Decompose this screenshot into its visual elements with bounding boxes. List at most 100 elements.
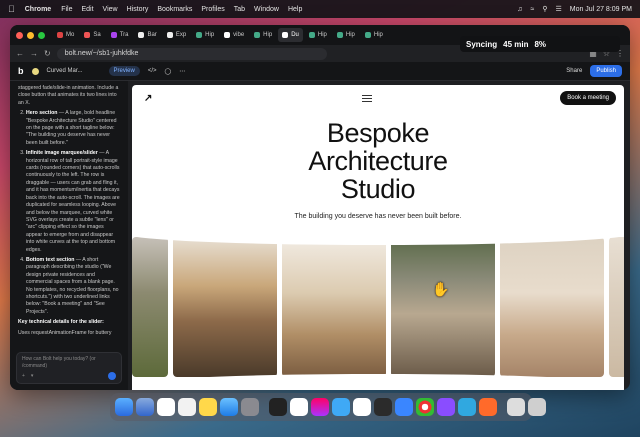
marquee-image-card[interactable]: [609, 237, 624, 377]
browser-window: Mo Sa Tra Bar Exp Hip vibe Hip Du Hip Hi…: [10, 25, 630, 390]
url-text: bolt.new/~/sb1-juhkfdke: [64, 50, 139, 57]
system-settings-icon[interactable]: [241, 398, 259, 416]
menu-window[interactable]: Window: [254, 6, 279, 13]
list-item-text: — A short paragraph describing the studi…: [26, 256, 119, 315]
notion-icon[interactable]: [290, 398, 308, 416]
add-attachment-icon[interactable]: +: [22, 373, 25, 380]
menubar-clock[interactable]: Mon Jul 27 8:09 PM: [570, 6, 632, 13]
browser-tab[interactable]: vibe: [220, 28, 248, 42]
hero-headline: Bespoke Architecture Studio: [132, 119, 624, 203]
marquee-image-card[interactable]: [282, 237, 386, 377]
chat-panel: staggered fade/slide-in animation. Inclu…: [10, 81, 128, 390]
preview-tab[interactable]: Preview: [108, 66, 140, 76]
browser-tab[interactable]: Exp: [163, 28, 190, 42]
marquee-image-card[interactable]: [132, 237, 168, 377]
site-logo-icon[interactable]: ↗: [144, 93, 152, 104]
close-window-button[interactable]: [16, 31, 23, 39]
reminders-icon[interactable]: [178, 398, 196, 416]
app-icon[interactable]: [479, 398, 497, 416]
marquee-image-card[interactable]: [500, 237, 604, 377]
more-icon[interactable]: ⋯: [179, 68, 185, 75]
workspace: staggered fade/slide-in animation. Inclu…: [10, 81, 630, 390]
tab-favicon-icon: [282, 32, 289, 38]
app-icon[interactable]: [395, 398, 413, 416]
share-button[interactable]: Share: [566, 68, 582, 74]
menu-tab[interactable]: Tab: [234, 6, 245, 13]
browser-tab[interactable]: Hip: [305, 28, 331, 42]
reload-icon[interactable]: ↻: [44, 49, 51, 58]
menu-help[interactable]: Help: [288, 6, 302, 13]
headphones-icon[interactable]: ♫: [517, 6, 522, 13]
tab-favicon-icon: [166, 32, 173, 38]
back-icon[interactable]: ←: [16, 49, 24, 58]
app-menu-chrome[interactable]: Chrome: [25, 6, 51, 13]
model-selector-icon[interactable]: ▾: [31, 373, 34, 380]
app-icon[interactable]: [332, 398, 350, 416]
chat-input-actions: + ▾: [22, 372, 116, 380]
menubar-status-area: ♫ ≈ ⚲ ☰ Mon Jul 27 8:09 PM: [517, 5, 632, 14]
browser-tab[interactable]: Mo: [53, 28, 78, 42]
menu-edit[interactable]: Edit: [81, 6, 93, 13]
search-icon[interactable]: ⚲: [542, 5, 547, 13]
list-item-text: — A horizontal row of tall portrait-styl…: [26, 150, 120, 253]
menu-view[interactable]: View: [103, 6, 118, 13]
app-icon[interactable]: [269, 398, 287, 416]
tab-favicon-icon: [364, 32, 371, 38]
safari-icon[interactable]: [136, 398, 154, 416]
sync-label: Syncing: [466, 39, 498, 49]
apple-menu-icon[interactable]: : [8, 4, 15, 14]
app-icon[interactable]: [437, 398, 455, 416]
marquee-image-card[interactable]: [173, 237, 277, 377]
notes-icon[interactable]: [199, 398, 217, 416]
headline-line: Architecture: [308, 146, 448, 176]
menu-history[interactable]: History: [127, 6, 149, 13]
downloads-icon[interactable]: [507, 398, 525, 416]
browser-tab[interactable]: Hip: [361, 28, 387, 42]
chat-input[interactable]: How can Bolt help you today? (or /comman…: [16, 352, 122, 384]
app-store-icon[interactable]: [220, 398, 238, 416]
hamburger-menu-icon[interactable]: [362, 95, 372, 104]
browser-tab[interactable]: Bar: [134, 28, 160, 42]
browser-tab[interactable]: Sa: [80, 28, 104, 42]
menu-file[interactable]: File: [61, 6, 72, 13]
minimize-window-button[interactable]: [27, 31, 34, 39]
sync-popup: Syncing 45 min 8%: [460, 36, 620, 52]
chrome-icon[interactable]: [416, 398, 434, 416]
menu-profiles[interactable]: Profiles: [201, 6, 224, 13]
menu-bookmarks[interactable]: Bookmarks: [157, 6, 192, 13]
key-details-title: Key technical details for the slider:: [18, 319, 104, 326]
trash-icon[interactable]: [528, 398, 546, 416]
project-title[interactable]: Curved Mar...: [47, 68, 83, 74]
key-detail: Uses requestAnimationFrame for buttery: [18, 329, 112, 336]
zoom-window-button[interactable]: [38, 31, 45, 39]
url-field[interactable]: bolt.new/~/sb1-juhkfdke: [56, 47, 327, 60]
marquee-image-card[interactable]: [391, 237, 495, 377]
tab-favicon-icon: [57, 32, 63, 38]
app-icon[interactable]: [374, 398, 392, 416]
control-center-icon[interactable]: ☰: [555, 5, 561, 13]
browser-tab[interactable]: Hip: [192, 28, 218, 42]
chat-intro: staggered fade/slide-in animation. Inclu…: [18, 85, 119, 106]
browser-tab-active[interactable]: Du: [278, 28, 303, 42]
macos-dock: [110, 393, 546, 421]
calendar-icon[interactable]: [157, 398, 175, 416]
browser-tab[interactable]: Hip: [333, 28, 359, 42]
book-meeting-button[interactable]: Book a meeting: [560, 91, 616, 105]
telegram-icon[interactable]: [458, 398, 476, 416]
send-button[interactable]: [108, 372, 116, 380]
browser-tab[interactable]: Tra: [107, 28, 133, 42]
forward-icon[interactable]: →: [30, 49, 38, 58]
code-view-icon[interactable]: </>: [148, 68, 157, 74]
wifi-icon[interactable]: ≈: [530, 6, 534, 13]
capcut-icon[interactable]: [353, 398, 371, 416]
figma-icon[interactable]: [311, 398, 329, 416]
browser-tab[interactable]: Hip: [250, 28, 276, 42]
database-icon[interactable]: ◯: [165, 68, 172, 75]
headline-line: Studio: [340, 174, 416, 204]
bolt-logo-icon[interactable]: b: [18, 66, 24, 76]
publish-button[interactable]: Publish: [590, 65, 622, 77]
finder-icon[interactable]: [115, 398, 133, 416]
user-avatar[interactable]: [31, 67, 39, 75]
marquee-top-curve: [132, 221, 624, 245]
image-marquee[interactable]: [132, 221, 624, 390]
